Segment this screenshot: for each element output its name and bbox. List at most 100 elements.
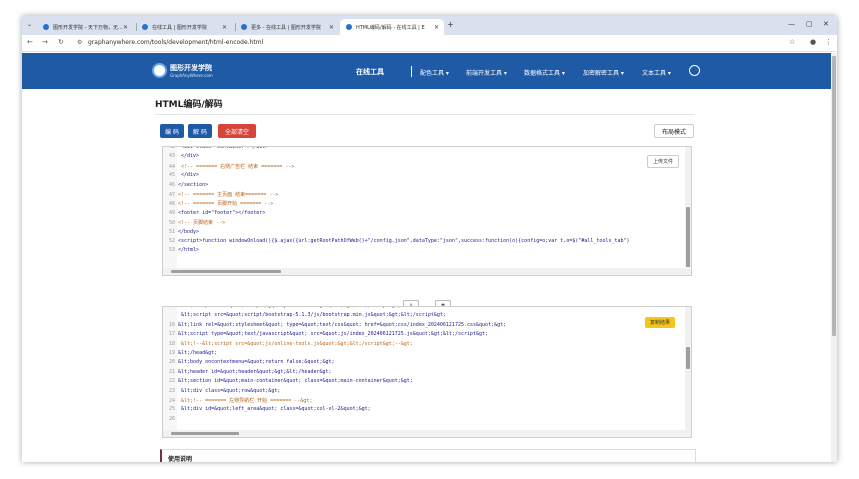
code-line: 47 <!-- ======= 主页面 结束======= --> [165, 191, 278, 200]
code-line: 45 </div> [165, 172, 199, 181]
site-info-icon[interactable]: ⚙ [77, 39, 82, 46]
section-label: 使用说明 [168, 456, 193, 462]
code-line: 53 </html> [165, 247, 199, 256]
code-text: <!-- ======= 页脚开始 ======= --> [178, 201, 274, 208]
back-icon[interactable]: ← [27, 38, 33, 46]
tab-html-encode[interactable]: HTML编码/解码 - 在线工具 | E ✕ [340, 19, 444, 35]
code-text: &lt;!-- ======= 左侧导航栏 开始 ======= --&gt; [178, 398, 313, 404]
decode-button[interactable]: 解 码 [188, 124, 212, 138]
page-scrollbar[interactable] [831, 53, 837, 462]
line-number: 21 [168, 368, 175, 375]
line-number: 45 [168, 172, 175, 179]
code-line: 44 <!-- ======= 右侧广告栏 结束 ======= --> [165, 163, 294, 172]
browser-window: ⌄ 图形开发学院 - 天下万物，无... ✕ 在线工具 | 图形开发学院 ✕ 更… [22, 16, 837, 462]
output-vertical-scrollbar[interactable] [685, 307, 691, 437]
code-line: 20 &lt;body oncontextmenu=&quot;return fa… [165, 359, 335, 368]
line-number: 20 [168, 359, 175, 366]
search-icon[interactable] [689, 65, 700, 76]
tab-online-tools[interactable]: 在线工具 | 图形开发学院 ✕ [136, 19, 232, 35]
line-number: 42 [168, 146, 175, 150]
line-number: 43 [168, 153, 175, 160]
line-number: 26 [168, 415, 175, 422]
logo-title[interactable]: 图形开发学院 [170, 63, 212, 73]
code-line: 49 <footer id="footer"></footer> [165, 210, 265, 219]
menu-kebab-icon[interactable]: ⋮ [825, 38, 832, 46]
input-editor[interactable]: 42 <div class="container"></div> 43 </div… [162, 146, 692, 276]
encode-button[interactable]: 编 码 [160, 124, 184, 138]
title-divider [155, 114, 695, 115]
code-line: 15 &lt;script src=&quot;scripts/jquery-3… [165, 306, 401, 312]
line-number: 15 [168, 306, 175, 309]
copy-result-button[interactable]: 复制结果 [645, 317, 676, 328]
code-text: &lt;section id=&quot;main-container&quot… [178, 378, 413, 385]
code-line: 46 </section> [165, 182, 208, 191]
code-text: &lt;div class=&quot;row&quot;&gt; [178, 387, 281, 394]
line-number: 16 [168, 321, 175, 328]
code-line: 25 &lt;div id=&quot;left_area&quot; clas… [165, 406, 371, 415]
code-line: 52 <script>function windowOnload(){$.ajax… [165, 238, 630, 247]
profile-icon[interactable]: ● [810, 38, 816, 46]
tab-strip: ⌄ 图形开发学院 - 天下万物，无... ✕ 在线工具 | 图形开发学院 ✕ 更… [22, 16, 837, 35]
code-text: <!-- ======= 右侧广告栏 结束 ======= --> [178, 163, 295, 170]
code-line: 16 &lt;link rel=&quot;stylesheet&quot; ty… [165, 322, 506, 331]
nav-data-format-tools[interactable]: 数据格式工具 ▾ [524, 68, 565, 77]
close-tab-icon[interactable]: ✕ [329, 24, 334, 31]
restore-button[interactable]: ▢ [806, 20, 813, 28]
page-title: HTML编码/解码 [155, 100, 223, 110]
line-number: 51 [168, 228, 175, 235]
clear-all-button[interactable]: 全部清空 [218, 124, 256, 138]
code-text: <!-- ======= 主页面 结束======= --> [178, 192, 279, 198]
code-text: &lt;/head&gt; [178, 350, 218, 356]
line-number: 49 [168, 209, 175, 216]
nav-crypto-tools[interactable]: 加密解密工具 ▾ [583, 68, 624, 77]
minimize-button[interactable]: — [788, 20, 795, 28]
nav-online-tools[interactable]: 在线工具 [356, 67, 384, 77]
close-tab-icon[interactable]: ✕ [123, 24, 128, 31]
logo-subtitle: GraphAnyWhere.com [170, 73, 213, 78]
code-text: &lt;script type=&quot;text/javascript&qu… [178, 331, 489, 338]
code-text: <div class="container"></div> [178, 146, 269, 150]
nav-frontend-tools[interactable]: 前端开发工具 ▾ [466, 68, 507, 77]
scrollbar-thumb[interactable] [686, 347, 690, 369]
code-text: &lt;div id=&quot;left_area&quot; class=&… [178, 406, 371, 413]
code-line: 48 <!-- ======= 页脚开始 ======= --> [165, 200, 273, 209]
new-tab-button[interactable]: + [447, 20, 454, 29]
bookmark-star-icon[interactable]: ☆ [789, 38, 795, 46]
input-vertical-scrollbar[interactable] [685, 147, 691, 275]
close-tab-icon[interactable]: ✕ [434, 24, 439, 31]
upload-file-button[interactable]: 上传文件 [647, 155, 680, 168]
scrollbar-thumb[interactable] [171, 270, 281, 273]
output-horizontal-scrollbar[interactable] [163, 430, 687, 437]
nav-color-tools[interactable]: 配色工具 ▾ [420, 68, 449, 77]
site-favicon-icon [142, 24, 148, 30]
site-favicon-icon [241, 24, 247, 30]
close-tab-icon[interactable]: ✕ [222, 24, 227, 31]
logo-icon[interactable] [152, 63, 167, 78]
scrollbar-thumb[interactable] [171, 432, 239, 435]
tab-search-icon[interactable]: ⌄ [27, 21, 32, 28]
url-field[interactable]: graphanywhere.com/tools/development/html… [88, 39, 263, 46]
scrollbar-thumb[interactable] [832, 56, 836, 336]
line-number: 18 [168, 340, 175, 347]
layout-mode-button[interactable]: 布局模式 [654, 124, 694, 138]
line-number: 47 [168, 192, 175, 198]
input-horizontal-scrollbar[interactable] [163, 268, 687, 275]
output-editor[interactable]: 15 &lt;script src=&quot;scripts/jquery-3… [162, 306, 692, 438]
code-text: &lt;script src=&quot;scripts/jquery-3.7.… [178, 306, 401, 309]
code-text: <script>function windowOnload(){$.ajax({… [178, 238, 630, 244]
scrollbar-thumb[interactable] [686, 207, 690, 267]
line-number: 46 [168, 181, 175, 188]
line-number: 17 [168, 331, 175, 338]
line-number: 22 [168, 378, 175, 385]
tab-more[interactable]: 更多 - 在线工具 | 图形开发学院 ✕ [235, 19, 339, 35]
line-number: 19 [168, 350, 175, 356]
reload-icon[interactable]: ↻ [58, 38, 64, 46]
forward-icon[interactable]: → [42, 38, 48, 46]
nav-text-tools[interactable]: 文本工具 ▾ [642, 68, 671, 77]
close-window-button[interactable]: ✕ [823, 20, 829, 28]
tab-home[interactable]: 图形开发学院 - 天下万物，无... ✕ [37, 19, 133, 35]
tab-title: 图形开发学院 - 天下万物，无... [53, 24, 123, 31]
code-line: 24 &lt;!-- ======= 左侧导航栏 开始 ======= --&g… [165, 397, 312, 406]
code-line: 51 </body> [165, 229, 199, 238]
code-text: &lt;header id=&quot;header&quot;&gt;&lt;… [178, 368, 332, 375]
